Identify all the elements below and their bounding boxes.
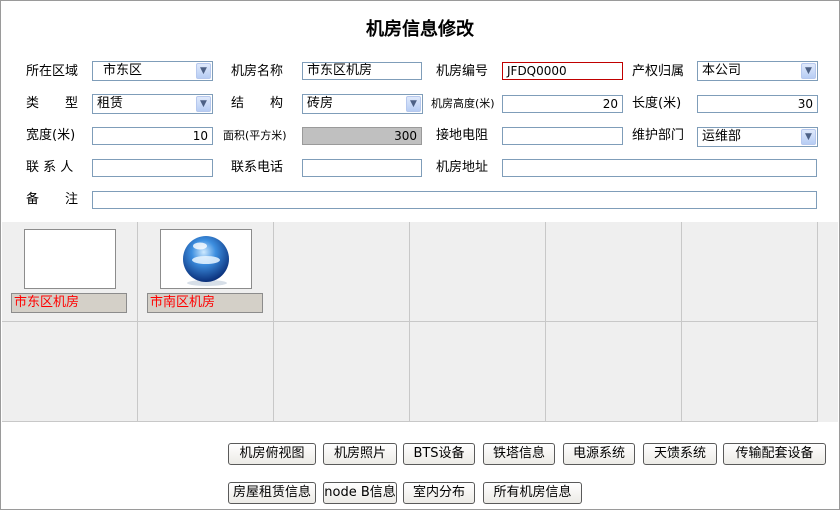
room-code-label: 机房编号 [436, 64, 489, 79]
grid-cell[interactable] [138, 322, 274, 422]
type-label: 类 型 [26, 96, 79, 111]
ground-resistance-label: 接地电阻 [436, 128, 489, 143]
grid-cell[interactable] [410, 322, 546, 422]
chevron-down-icon[interactable]: ▼ [196, 63, 211, 79]
grid-cell[interactable] [410, 222, 546, 322]
room-name-input[interactable]: 市东区机房 [302, 62, 422, 80]
length-label: 长度(米) [632, 96, 682, 111]
tower-info-button[interactable]: 铁塔信息 [483, 443, 555, 465]
room-thumbnail-grid: 市东区机房 市南区机房 [2, 222, 838, 422]
area-input: 300 [302, 127, 422, 145]
page-title: 机房信息修改 [366, 19, 474, 40]
maintenance-dept-value: 运维部 [702, 129, 742, 144]
transmission-equipment-button[interactable]: 传输配套设备 [723, 443, 826, 465]
room-code-input[interactable]: JFDQ0000 [502, 62, 623, 80]
floor-plan-button[interactable]: 机房俯视图 [228, 443, 316, 465]
grid-cell[interactable] [274, 322, 410, 422]
maintenance-dept-select[interactable]: 运维部 ▼ [697, 127, 818, 147]
ownership-value: 本公司 [702, 63, 742, 78]
remark-input[interactable] [92, 191, 817, 209]
grid-cell[interactable] [682, 222, 818, 322]
grid-cell[interactable] [274, 222, 410, 322]
ground-resistance-input[interactable] [502, 127, 623, 145]
type-value: 租赁 [97, 96, 124, 111]
address-label: 机房地址 [436, 160, 489, 175]
chevron-down-icon[interactable]: ▼ [801, 63, 816, 79]
grid-cell[interactable]: 市东区机房 [2, 222, 138, 322]
grid-cell[interactable]: 市南区机房 [138, 222, 274, 322]
structure-label: 结 构 [231, 96, 284, 111]
phone-label: 联系电话 [231, 160, 284, 175]
chevron-down-icon[interactable]: ▼ [196, 96, 211, 112]
remark-label: 备 注 [26, 192, 79, 207]
all-rooms-button[interactable]: 所有机房信息 [483, 482, 582, 504]
grid-cell[interactable] [546, 322, 682, 422]
room-name-label: 机房名称 [231, 64, 284, 79]
type-select[interactable]: 租赁 ▼ [92, 94, 213, 114]
phone-input[interactable] [302, 159, 422, 177]
region-label: 所在区域 [26, 64, 79, 79]
region-select[interactable]: 市东区 ▼ [92, 61, 213, 81]
structure-value: 砖房 [307, 96, 334, 111]
blank-thumbnail[interactable] [24, 229, 116, 289]
contact-label: 联 系 人 [26, 160, 74, 175]
room-thumbnail[interactable] [160, 229, 252, 289]
grid-cell[interactable] [682, 322, 818, 422]
room-photos-button[interactable]: 机房照片 [323, 443, 397, 465]
width-label: 宽度(米) [26, 128, 76, 143]
area-label: 面积(平方米) [223, 129, 287, 142]
ownership-select[interactable]: 本公司 ▼ [697, 61, 818, 81]
structure-select[interactable]: 砖房 ▼ [302, 94, 423, 114]
room-height-label: 机房高度(米) [431, 97, 495, 110]
blue-sphere-icon [183, 236, 229, 286]
grid-cell[interactable] [546, 222, 682, 322]
length-input[interactable]: 30 [697, 95, 818, 113]
room-caption[interactable]: 市东区机房 [11, 293, 127, 313]
antenna-system-button[interactable]: 天馈系统 [643, 443, 717, 465]
indoor-distribution-button[interactable]: 室内分布 [403, 482, 475, 504]
room-caption[interactable]: 市南区机房 [147, 293, 263, 313]
bts-equipment-button[interactable]: BTS设备 [403, 443, 475, 465]
address-input[interactable] [502, 159, 817, 177]
power-system-button[interactable]: 电源系统 [563, 443, 635, 465]
lease-info-button[interactable]: 房屋租赁信息 [228, 482, 316, 504]
maintenance-dept-label: 维护部门 [632, 128, 685, 143]
width-input[interactable]: 10 [92, 127, 213, 145]
chevron-down-icon[interactable]: ▼ [406, 96, 421, 112]
room-height-input[interactable]: 20 [502, 95, 623, 113]
contact-input[interactable] [92, 159, 213, 177]
chevron-down-icon[interactable]: ▼ [801, 129, 816, 145]
grid-cell[interactable] [2, 322, 138, 422]
nodeb-info-button[interactable]: node B信息 [323, 482, 397, 504]
region-value: 市东区 [103, 63, 143, 78]
ownership-label: 产权归属 [632, 64, 685, 79]
